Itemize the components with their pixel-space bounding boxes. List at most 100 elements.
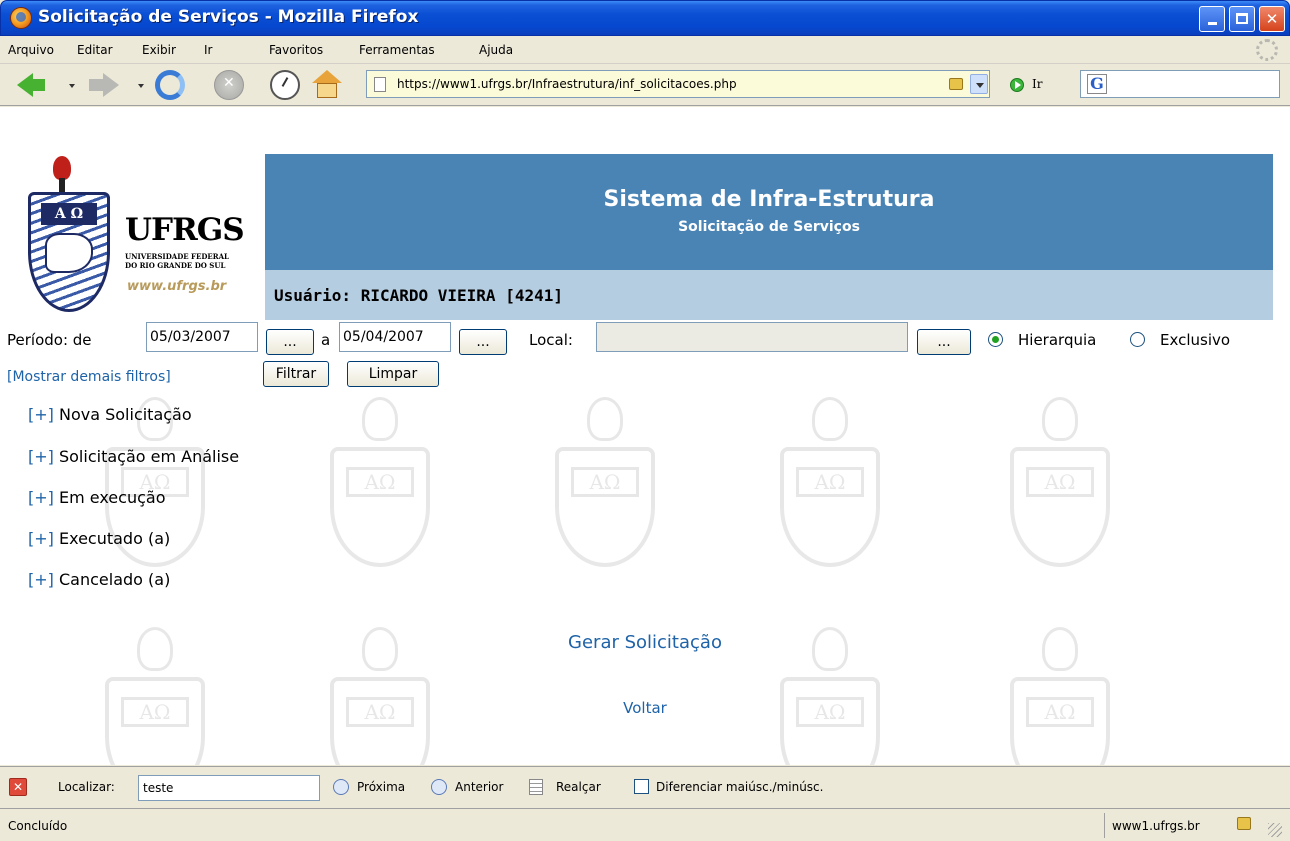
category-label[interactable]: Executado (a) xyxy=(59,529,170,548)
home-icon[interactable] xyxy=(312,70,342,100)
logo-name: UFRGS xyxy=(125,212,245,248)
generate-request-label[interactable]: Gerar Solicitação xyxy=(568,632,722,653)
minimize-icon xyxy=(1207,22,1217,25)
secure-lock-icon[interactable] xyxy=(1237,817,1251,830)
status-domain: www1.ufrgs.br xyxy=(1112,819,1200,833)
menu-bar: Arquivo Editar Exibir Ir Favoritos Ferra… xyxy=(0,36,1290,64)
menu-exibir[interactable]: Exibir xyxy=(142,43,176,57)
ufrgs-logo: A Ω UFRGS UNIVERSIDADE FEDERAL DO RIO GR… xyxy=(21,154,265,320)
expand-toggle[interactable]: [+] xyxy=(28,570,54,589)
expand-toggle[interactable]: [+] xyxy=(28,405,54,424)
clear-button[interactable]: Limpar xyxy=(347,361,439,387)
maximize-button[interactable] xyxy=(1229,6,1255,32)
find-previous-button[interactable]: Anterior xyxy=(455,780,503,794)
filter-button[interactable]: Filtrar xyxy=(263,361,329,387)
local-label: Local: xyxy=(529,331,573,349)
menu-editar[interactable]: Editar xyxy=(77,43,113,57)
find-next-icon[interactable] xyxy=(333,779,349,795)
logo-subtitle-2: DO RIO GRANDE DO SUL xyxy=(125,261,226,270)
minimize-button[interactable] xyxy=(1199,6,1225,32)
user-bar: Usuário: RICARDO VIEIRA [4241] xyxy=(265,270,1273,320)
go-button[interactable]: Ir xyxy=(1032,77,1042,91)
find-previous-icon[interactable] xyxy=(431,779,447,795)
back-button[interactable] xyxy=(31,79,45,91)
generate-request-link[interactable]: Gerar Solicitação xyxy=(0,632,1290,653)
date-to-picker-button[interactable]: ... xyxy=(459,329,507,355)
stop-icon[interactable] xyxy=(214,70,244,100)
search-box[interactable]: G xyxy=(1080,70,1280,98)
history-icon[interactable] xyxy=(270,70,300,100)
highlight-button[interactable]: Realçar xyxy=(556,780,601,794)
highlight-icon[interactable] xyxy=(529,779,543,795)
category-nova-solicitacao[interactable]: [+] Nova Solicitação xyxy=(28,405,192,424)
back-link[interactable]: Voltar xyxy=(0,699,1290,717)
expand-toggle[interactable]: [+] xyxy=(28,447,54,466)
lock-icon[interactable] xyxy=(949,78,963,90)
category-executado[interactable]: [+] Executado (a) xyxy=(28,529,170,548)
window-titlebar: Solicitação de Serviços - Mozilla Firefo… xyxy=(0,0,1290,36)
user-label: Usuário: RICARDO VIEIRA [4241] xyxy=(274,286,563,305)
hierarquia-radio[interactable] xyxy=(988,332,1003,347)
category-cancelado[interactable]: [+] Cancelado (a) xyxy=(28,570,170,589)
find-next-button[interactable]: Próxima xyxy=(357,780,405,794)
match-case-checkbox[interactable] xyxy=(634,779,649,794)
category-label[interactable]: Cancelado (a) xyxy=(59,570,170,589)
logo-subtitle-1: UNIVERSIDADE FEDERAL xyxy=(125,252,229,261)
watermark-icon: AΩ xyxy=(320,397,440,567)
menu-arquivo[interactable]: Arquivo xyxy=(8,43,54,57)
close-window-button[interactable]: ✕ xyxy=(1259,6,1285,32)
category-label[interactable]: Nova Solicitação xyxy=(59,405,192,424)
period-label: Período: de xyxy=(7,331,92,349)
exclusivo-radio[interactable] xyxy=(1130,332,1145,347)
menu-ir[interactable]: Ir xyxy=(204,43,212,57)
forward-arrow-icon[interactable] xyxy=(103,73,119,97)
back-label[interactable]: Voltar xyxy=(623,699,667,717)
expand-toggle[interactable]: [+] xyxy=(28,488,54,507)
navigation-toolbar: https://www1.ufrgs.br/Infraestrutura/inf… xyxy=(0,64,1290,106)
menu-ferramentas[interactable]: Ferramentas xyxy=(359,43,435,57)
expand-toggle[interactable]: [+] xyxy=(28,529,54,548)
address-bar[interactable]: https://www1.ufrgs.br/Infraestrutura/inf… xyxy=(366,70,990,98)
google-icon[interactable]: G xyxy=(1087,74,1107,94)
find-input[interactable] xyxy=(138,775,320,801)
url-dropdown-button[interactable] xyxy=(970,74,988,94)
throbber-icon xyxy=(1256,39,1278,61)
logo-site: www.ufrgs.br xyxy=(127,279,227,294)
category-label[interactable]: Solicitação em Análise xyxy=(59,447,239,466)
reload-icon[interactable] xyxy=(155,70,185,100)
maximize-icon xyxy=(1236,13,1248,24)
window-title: Solicitação de Serviços - Mozilla Firefo… xyxy=(38,7,419,27)
go-icon[interactable] xyxy=(1010,78,1024,92)
date-from-picker-button[interactable]: ... xyxy=(266,329,314,355)
status-separator xyxy=(1104,813,1105,838)
hierarquia-label[interactable]: Hierarquia xyxy=(1018,331,1096,349)
watermark-icon: AΩ xyxy=(770,397,890,567)
category-em-analise[interactable]: [+] Solicitação em Análise xyxy=(28,447,239,466)
status-text: Concluído xyxy=(8,819,68,833)
exclusivo-label[interactable]: Exclusivo xyxy=(1160,331,1230,349)
address-url[interactable]: https://www1.ufrgs.br/Infraestrutura/inf… xyxy=(397,77,737,91)
close-findbar-icon[interactable]: ✕ xyxy=(9,778,27,796)
date-from-input[interactable] xyxy=(146,322,258,352)
forward-button[interactable] xyxy=(89,79,103,91)
forward-dropdown-icon[interactable] xyxy=(138,84,144,88)
category-label[interactable]: Em execução xyxy=(59,488,166,507)
match-case-label[interactable]: Diferenciar maiúsc./minúsc. xyxy=(656,780,823,794)
category-em-execucao[interactable]: [+] Em execução xyxy=(28,488,165,507)
firefox-icon xyxy=(10,7,32,29)
close-icon: ✕ xyxy=(1265,10,1279,28)
local-input[interactable] xyxy=(596,322,908,352)
date-to-input[interactable] xyxy=(339,322,451,352)
menu-favoritos[interactable]: Favoritos xyxy=(269,43,323,57)
more-filters-link[interactable]: [Mostrar demais filtros] xyxy=(7,369,171,385)
status-bar: Concluído www1.ufrgs.br xyxy=(0,808,1290,841)
menu-ajuda[interactable]: Ajuda xyxy=(479,43,513,57)
resize-grip-icon[interactable] xyxy=(1268,823,1282,837)
period-to-label: a xyxy=(321,331,331,349)
shield-icon: A Ω xyxy=(28,192,110,312)
back-dropdown-icon[interactable] xyxy=(69,84,75,88)
watermark-icon: AΩ xyxy=(545,397,665,567)
home-roof xyxy=(312,70,342,83)
page-icon xyxy=(374,77,386,92)
local-picker-button[interactable]: ... xyxy=(917,329,971,355)
